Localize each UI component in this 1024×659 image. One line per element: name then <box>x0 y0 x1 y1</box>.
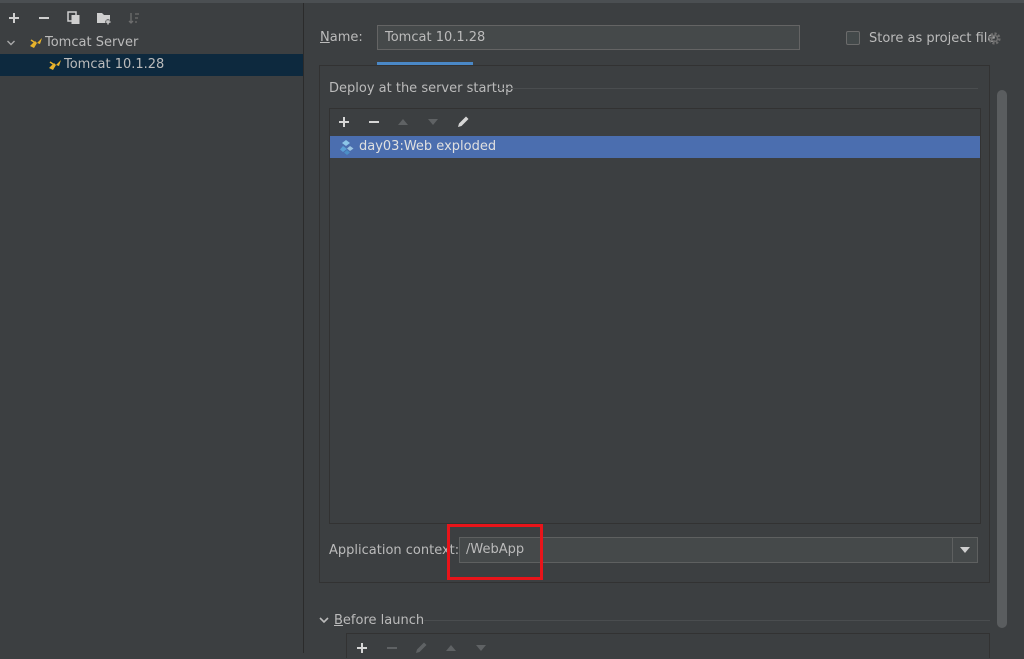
store-as-project-file-checkbox[interactable] <box>846 31 860 45</box>
name-label-text: ame: <box>329 30 363 45</box>
tree-item-label: Tomcat 10.1.28 <box>64 57 165 72</box>
name-label: Name: <box>320 30 363 45</box>
before-launch-mnemonic: B <box>334 613 343 628</box>
task-down-button[interactable] <box>470 637 492 659</box>
name-field[interactable]: Tomcat 10.1.28 <box>377 25 800 50</box>
chevron-down-icon[interactable] <box>319 614 329 626</box>
chevron-down-icon[interactable] <box>4 32 18 54</box>
configurations-toolbar <box>0 7 303 29</box>
vertical-scrollbar[interactable] <box>997 90 1007 628</box>
chevron-down-icon <box>960 547 970 553</box>
section-divider <box>498 88 978 89</box>
deploy-section-title: Deploy at the server startup <box>329 81 514 96</box>
section-divider <box>424 620 990 621</box>
add-icon <box>9 13 19 23</box>
panel-splitter[interactable] <box>303 3 304 653</box>
edit-artifact-button[interactable] <box>452 111 474 133</box>
remove-icon <box>39 17 49 19</box>
tomcat-icon <box>47 57 63 73</box>
add-artifact-button[interactable] <box>333 111 355 133</box>
dropdown-button[interactable] <box>952 538 977 562</box>
move-down-icon <box>428 119 438 125</box>
edit-icon <box>458 116 469 127</box>
configurations-tree: Tomcat Server Tomcat 10.1.28 <box>0 32 303 76</box>
artifact-label: day03:Web exploded <box>359 139 497 154</box>
artifacts-list[interactable] <box>329 108 981 524</box>
artifact-icon <box>339 139 355 155</box>
remove-icon <box>387 647 397 649</box>
add-icon <box>339 117 349 127</box>
edit-task-button[interactable] <box>410 637 432 659</box>
move-up-icon <box>446 645 456 651</box>
tree-group-tomcat-server[interactable]: Tomcat Server <box>0 32 303 54</box>
configurations-panel: Tomcat Server Tomcat 10.1.28 <box>0 3 303 653</box>
copy-configuration-button[interactable] <box>63 7 85 29</box>
copy-icon <box>67 11 80 24</box>
highlight-annotation <box>447 524 543 580</box>
add-icon <box>357 643 367 653</box>
tree-group-label: Tomcat Server <box>45 35 139 50</box>
sort-icon <box>128 13 139 24</box>
remove-artifact-button[interactable] <box>363 111 385 133</box>
before-launch-text: efore launch <box>342 613 425 628</box>
add-configuration-button[interactable] <box>3 7 25 29</box>
gear-icon[interactable] <box>986 30 1002 46</box>
move-up-icon <box>398 119 408 125</box>
remove-icon <box>369 121 379 123</box>
remove-configuration-button[interactable] <box>33 7 55 29</box>
add-task-button[interactable] <box>351 637 373 659</box>
tree-item-tomcat-config[interactable]: Tomcat 10.1.28 <box>0 54 303 76</box>
application-context-label: Application context: <box>329 543 460 558</box>
folder-add-icon <box>97 13 111 25</box>
store-as-project-file-label[interactable]: Store as project file <box>869 31 995 46</box>
name-label-mnemonic: N <box>320 30 330 45</box>
tomcat-icon <box>28 35 44 51</box>
remove-task-button[interactable] <box>381 637 403 659</box>
move-down-icon <box>476 645 486 651</box>
move-down-button[interactable] <box>422 111 444 133</box>
sort-configurations-button[interactable] <box>123 7 145 29</box>
move-up-button[interactable] <box>392 111 414 133</box>
before-launch-title[interactable]: Before launch <box>334 613 424 628</box>
artifact-list-item[interactable]: day03:Web exploded <box>330 136 980 158</box>
task-up-button[interactable] <box>440 637 462 659</box>
new-folder-button[interactable] <box>93 7 115 29</box>
